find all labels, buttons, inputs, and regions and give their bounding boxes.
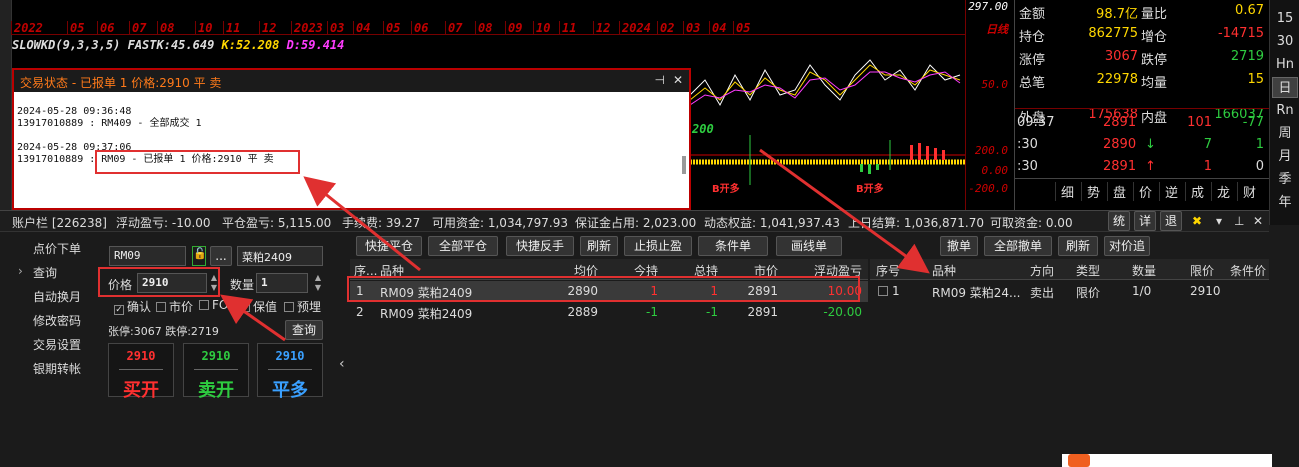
annotation-arrows: [220, 148, 930, 342]
